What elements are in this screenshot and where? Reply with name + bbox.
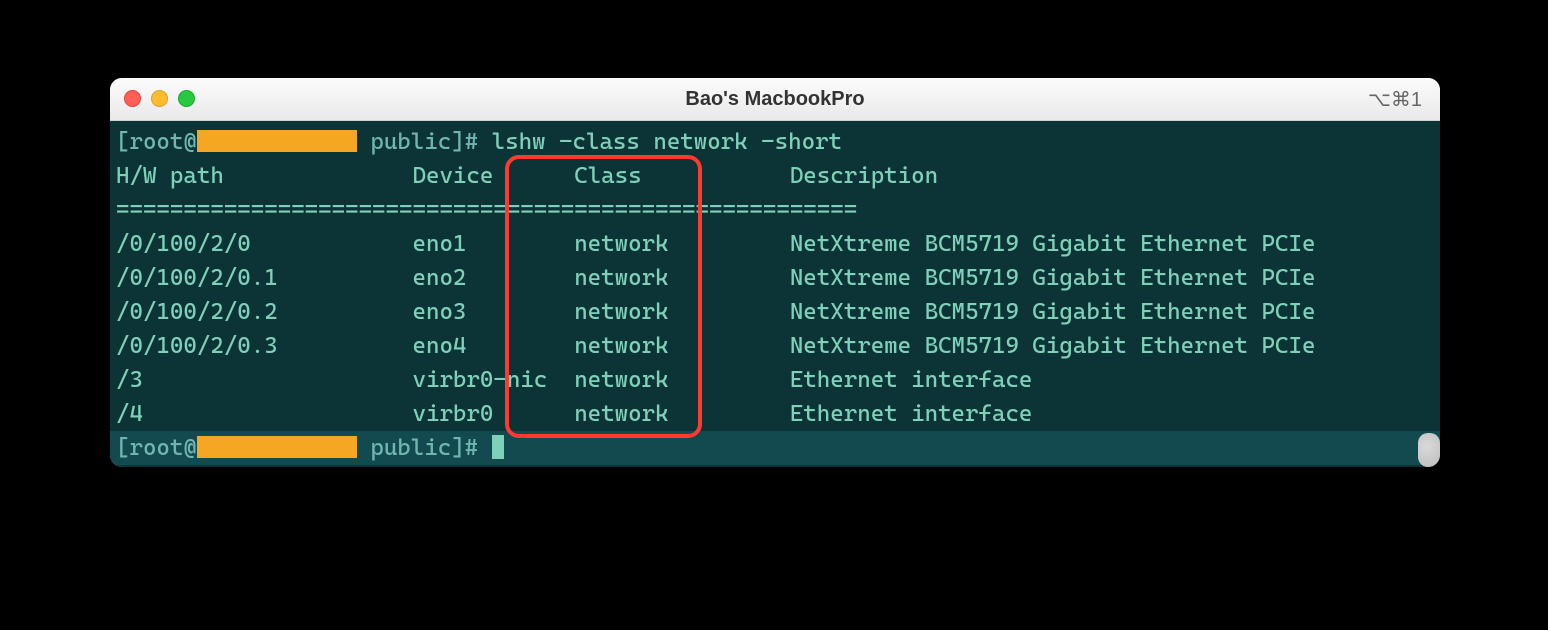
table-header: H/W path Device Class Description <box>116 159 1434 193</box>
window-title: Bao's MacbookPro <box>110 88 1440 111</box>
table-row: /0/100/2/0.1 eno2 network NetXtreme BCM5… <box>116 261 1434 295</box>
zoom-icon[interactable] <box>178 90 195 107</box>
table-separator: ========================================… <box>116 193 1434 227</box>
titlebar[interactable]: Bao's MacbookPro ⌥⌘1 <box>110 78 1440 121</box>
table-row: /3 virbr0-nic network Ethernet interface <box>116 363 1434 397</box>
prompt-line: [root@ public]# lshw -class network -sho… <box>116 125 1434 159</box>
table-row: /0/100/2/0.3 eno4 network NetXtreme BCM5… <box>116 329 1434 363</box>
terminal-window: Bao's MacbookPro ⌥⌘1 [root@ public]# lsh… <box>110 78 1440 467</box>
prompt-line: [root@ public]# <box>110 431 1440 465</box>
close-icon[interactable] <box>124 90 141 107</box>
window-controls <box>124 90 195 107</box>
table-row: /0/100/2/0.2 eno3 network NetXtreme BCM5… <box>116 295 1434 329</box>
command-text: lshw -class network -short <box>492 129 842 155</box>
scrollbar-thumb[interactable] <box>1418 433 1440 467</box>
cursor <box>492 435 504 459</box>
terminal-body[interactable]: [root@ public]# lshw -class network -sho… <box>110 121 1440 467</box>
hostname-redacted <box>197 436 357 458</box>
window-shortcut: ⌥⌘1 <box>1368 87 1422 112</box>
table-row: /0/100/2/0 eno1 network NetXtreme BCM571… <box>116 227 1434 261</box>
minimize-icon[interactable] <box>151 90 168 107</box>
hostname-redacted <box>197 130 357 152</box>
table-row: /4 virbr0 network Ethernet interface <box>116 397 1434 431</box>
